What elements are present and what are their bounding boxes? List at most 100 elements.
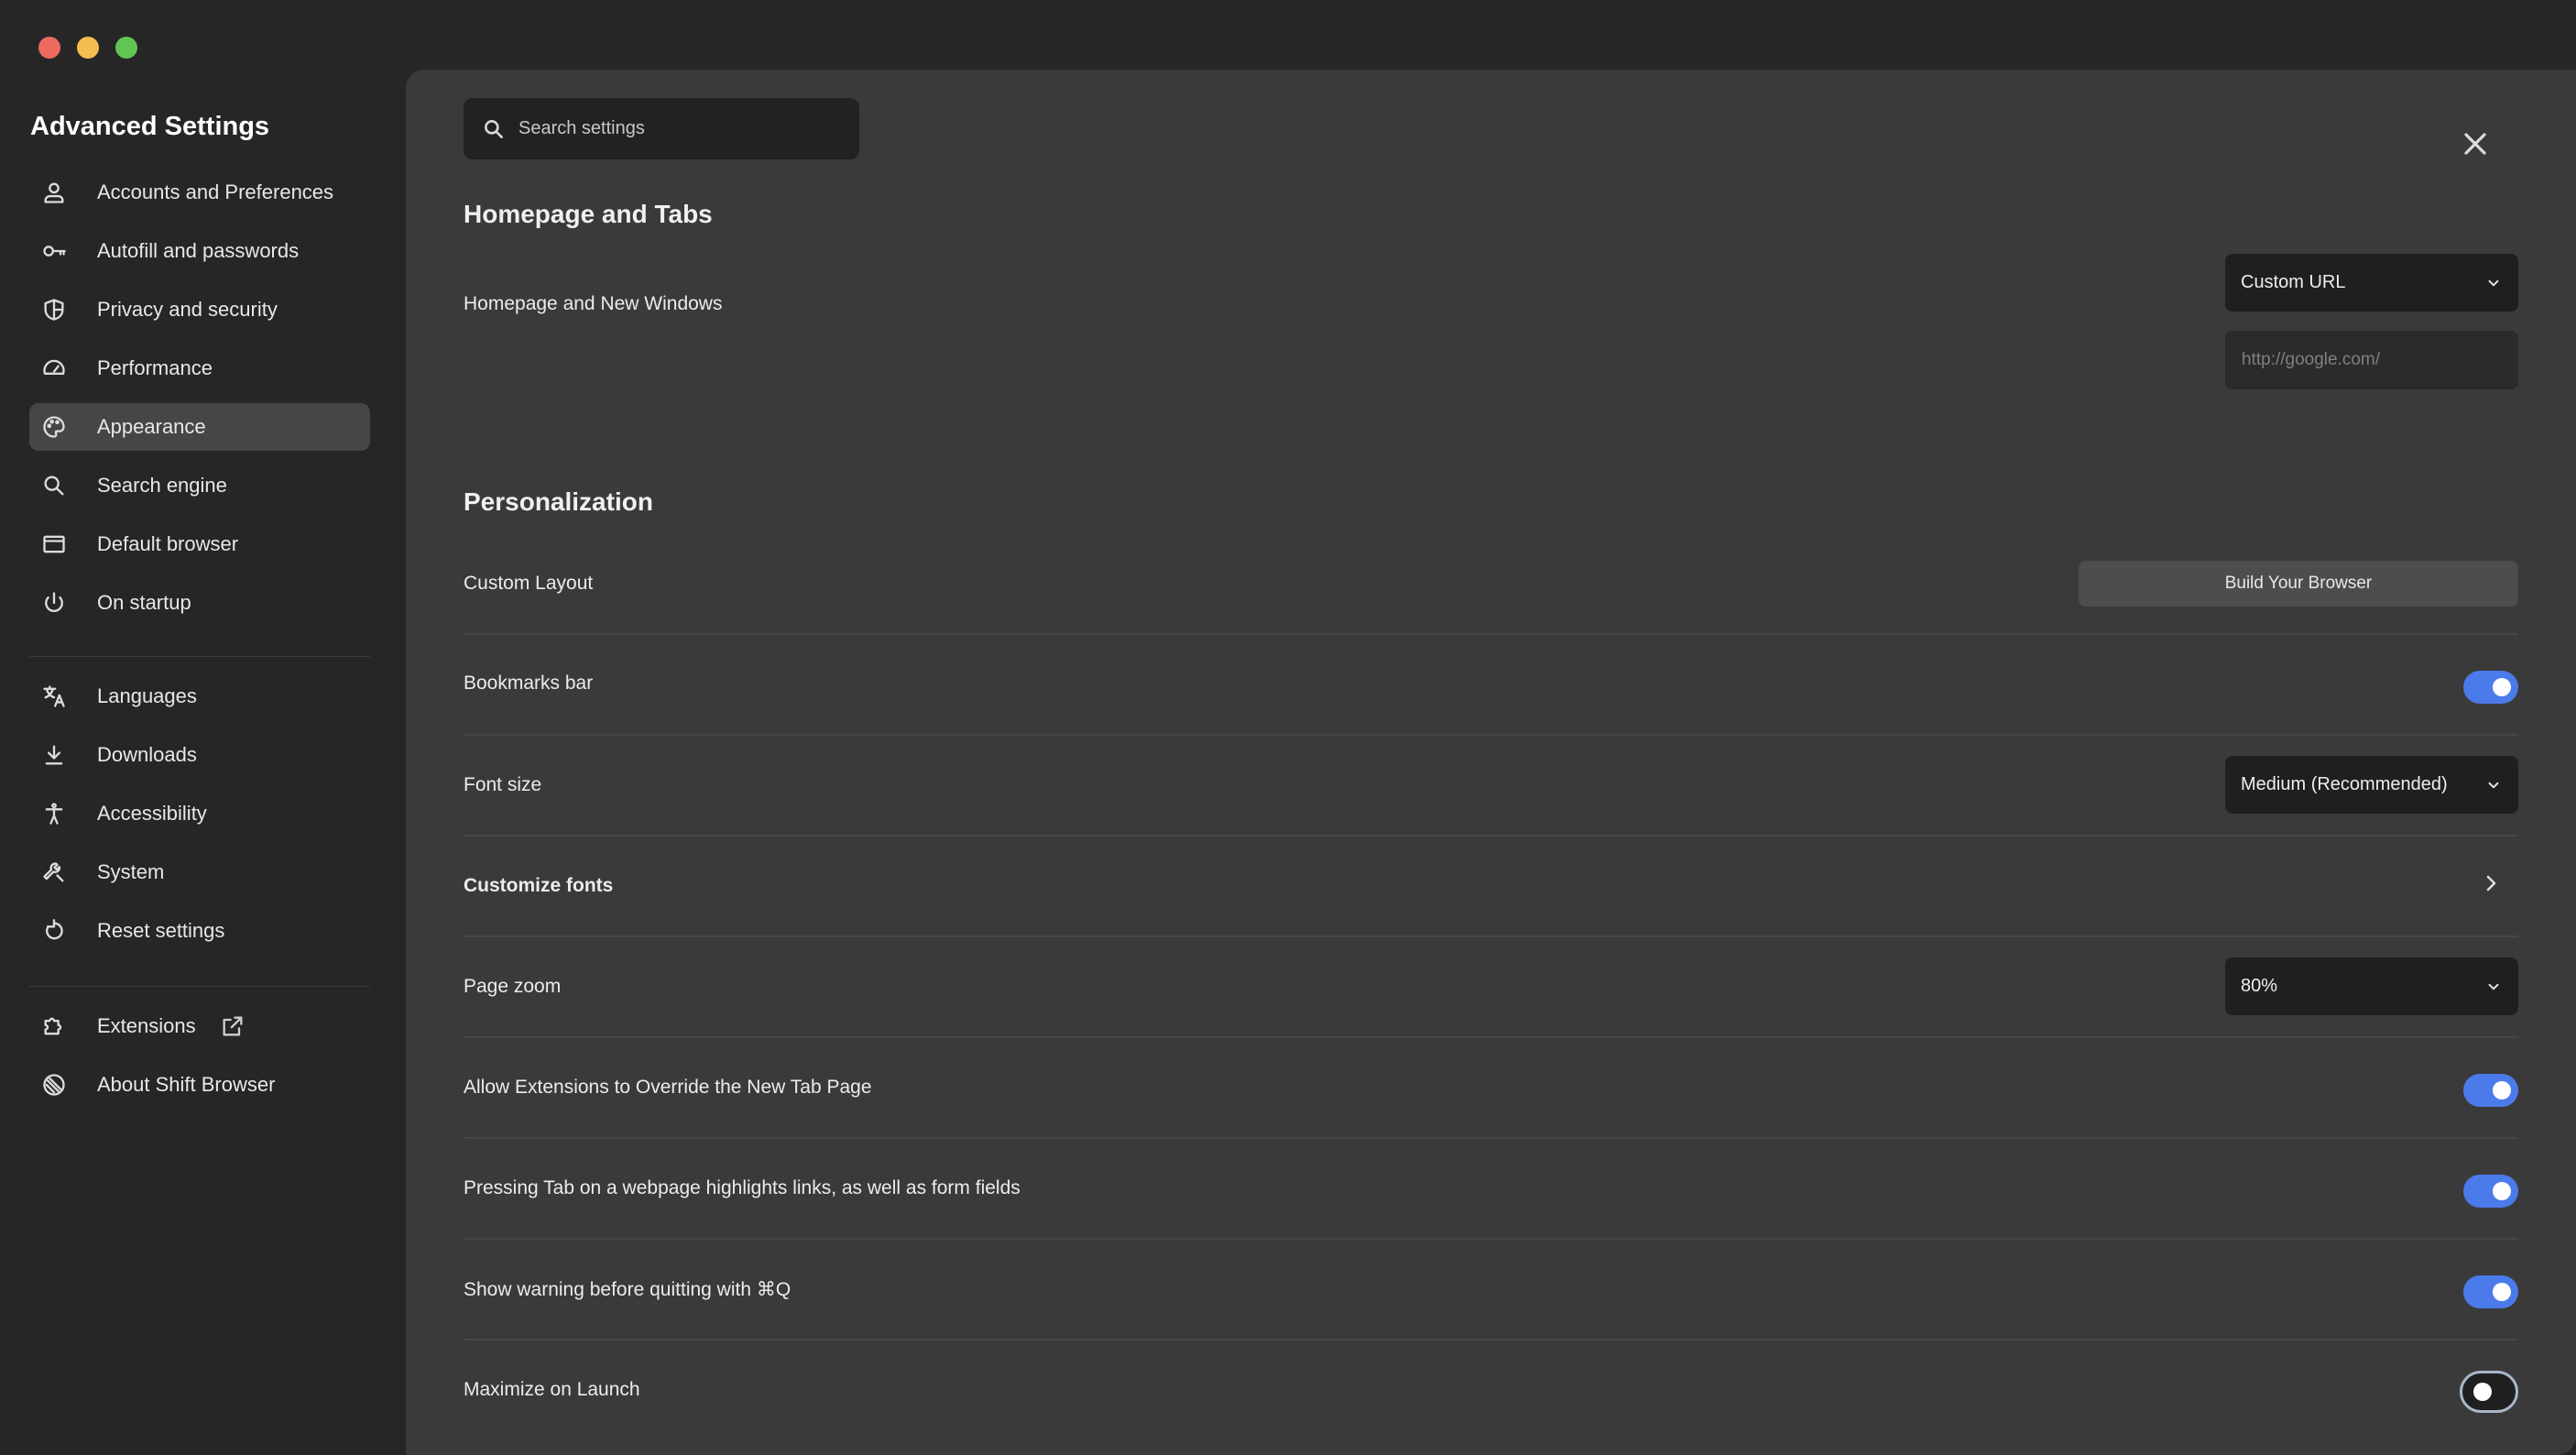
settings-window: Advanced Settings Accounts and Preferenc…	[0, 0, 2576, 1455]
sidebar-item-label: Appearance	[97, 415, 206, 438]
row-divider	[464, 1036, 2518, 1038]
sidebar-item-label: On startup	[97, 591, 191, 614]
external-link-icon[interactable]	[220, 1012, 247, 1040]
row-divider	[464, 1137, 2518, 1139]
download-icon	[37, 738, 71, 772]
accessibility-icon	[37, 796, 71, 831]
sidebar-item-on-startup[interactable]: On startup	[29, 579, 370, 627]
nav-group-main: Accounts and Preferences Autofill and pa…	[29, 169, 370, 638]
sidebar-item-label: Privacy and security	[97, 298, 278, 321]
search-icon	[37, 468, 71, 503]
power-icon	[37, 585, 71, 620]
customize-fonts-label[interactable]: Customize fonts	[464, 875, 613, 897]
quit-warning-label: Show warning before quitting with ⌘Q	[464, 1279, 791, 1300]
quit-warning-toggle[interactable]	[2463, 1275, 2518, 1308]
sidebar-item-label: System	[97, 860, 165, 883]
sidebar-item-label: Default browser	[97, 532, 239, 555]
sidebar-item-label: Reset settings	[97, 919, 225, 942]
row-divider	[464, 1339, 2518, 1340]
row-divider	[464, 1238, 2518, 1240]
search-icon	[485, 119, 503, 138]
search-input[interactable]	[518, 118, 848, 139]
toggle-knob	[2493, 1081, 2511, 1099]
shield-icon	[37, 292, 71, 327]
page-zoom-select[interactable]: 80%	[2225, 957, 2518, 1015]
custom-layout-label: Custom Layout	[464, 573, 594, 594]
section-title-homepage: Homepage and Tabs	[464, 200, 713, 228]
row-divider	[464, 633, 2518, 635]
sidebar-item-reset[interactable]: Reset settings	[29, 907, 370, 955]
gauge-icon	[37, 351, 71, 386]
close-icon	[2464, 133, 2486, 155]
sidebar-divider	[29, 986, 370, 987]
translate-icon	[37, 679, 71, 714]
sidebar-item-label: Downloads	[97, 743, 197, 766]
page-zoom-label: Page zoom	[464, 976, 562, 997]
sidebar-item-downloads[interactable]: Downloads	[29, 731, 370, 779]
font-size-label: Font size	[464, 774, 542, 795]
search-box[interactable]	[464, 98, 859, 159]
sidebar-item-label: Languages	[97, 684, 197, 707]
sidebar-title: Advanced Settings	[30, 112, 270, 141]
toggle-knob	[2493, 1283, 2511, 1301]
sidebar-item-performance[interactable]: Performance	[29, 345, 370, 392]
row-divider	[464, 935, 2518, 937]
chevron-down-icon	[2488, 983, 2499, 990]
allow-extensions-toggle[interactable]	[2463, 1074, 2518, 1107]
sidebar-item-appearance[interactable]: Appearance	[29, 403, 370, 451]
sidebar-item-extensions[interactable]: Extensions	[29, 1002, 370, 1050]
allow-extensions-label: Allow Extensions to Override the New Tab…	[464, 1077, 872, 1098]
sidebar-item-label: Accounts and Preferences	[97, 181, 334, 203]
sidebar-item-languages[interactable]: Languages	[29, 673, 370, 720]
bookmarks-bar-label: Bookmarks bar	[464, 673, 594, 694]
sidebar-item-privacy[interactable]: Privacy and security	[29, 286, 370, 334]
sidebar-item-accounts[interactable]: Accounts and Preferences	[29, 169, 370, 216]
palette-icon	[37, 410, 71, 444]
nav-group-system: Languages Downloads Accessibility System…	[29, 673, 370, 966]
sidebar: Advanced Settings Accounts and Preferenc…	[0, 0, 405, 1455]
chevron-down-icon	[2488, 279, 2499, 286]
nav-group-about: Extensions About Shift Browser	[29, 1002, 370, 1120]
puzzle-icon	[37, 1009, 71, 1044]
sidebar-item-label: Accessibility	[97, 802, 207, 825]
toggle-knob	[2493, 1182, 2511, 1200]
build-browser-button[interactable]: Build Your Browser	[2079, 561, 2518, 607]
close-button[interactable]	[2459, 127, 2492, 160]
homepage-select[interactable]: Custom URL	[2225, 254, 2518, 312]
page-zoom-select-value: 80%	[2241, 976, 2278, 996]
wrench-icon	[37, 855, 71, 890]
chevron-right-icon[interactable]	[2480, 872, 2502, 894]
sidebar-item-default-browser[interactable]: Default browser	[29, 520, 370, 568]
homepage-url-input[interactable]	[2225, 331, 2518, 389]
person-icon	[37, 175, 71, 210]
sidebar-item-search-engine[interactable]: Search engine	[29, 462, 370, 509]
font-size-select[interactable]: Medium (Recommended)	[2225, 756, 2518, 814]
toggle-knob	[2473, 1383, 2492, 1401]
sidebar-item-label: About Shift Browser	[97, 1073, 276, 1096]
settings-content: Homepage and Tabs Homepage and New Windo…	[406, 70, 2576, 1455]
homepage-select-value: Custom URL	[2241, 272, 2346, 292]
sidebar-item-system[interactable]: System	[29, 848, 370, 896]
sidebar-item-about[interactable]: About Shift Browser	[29, 1061, 370, 1109]
reset-icon	[37, 913, 71, 948]
chevron-down-icon	[2488, 782, 2499, 788]
sidebar-item-label: Extensions	[97, 1014, 196, 1037]
browser-window-icon	[37, 527, 71, 562]
sidebar-item-autofill[interactable]: Autofill and passwords	[29, 227, 370, 275]
sidebar-divider	[29, 656, 370, 657]
shift-logo-icon	[37, 1067, 71, 1102]
homepage-row-label: Homepage and New Windows	[464, 293, 723, 314]
section-title-personalization: Personalization	[464, 487, 653, 516]
sidebar-item-label: Autofill and passwords	[97, 239, 300, 262]
sidebar-item-accessibility[interactable]: Accessibility	[29, 790, 370, 837]
row-divider	[464, 734, 2518, 736]
maximize-launch-label: Maximize on Launch	[464, 1379, 640, 1400]
row-divider	[464, 835, 2518, 837]
bookmarks-bar-toggle[interactable]	[2463, 671, 2518, 704]
tab-highlight-label: Pressing Tab on a webpage highlights lin…	[464, 1177, 1021, 1198]
key-icon	[37, 234, 71, 268]
maximize-launch-toggle[interactable]	[2460, 1371, 2518, 1413]
font-size-select-value: Medium (Recommended)	[2241, 774, 2448, 794]
sidebar-item-label: Performance	[97, 356, 213, 379]
tab-highlight-toggle[interactable]	[2463, 1175, 2518, 1208]
